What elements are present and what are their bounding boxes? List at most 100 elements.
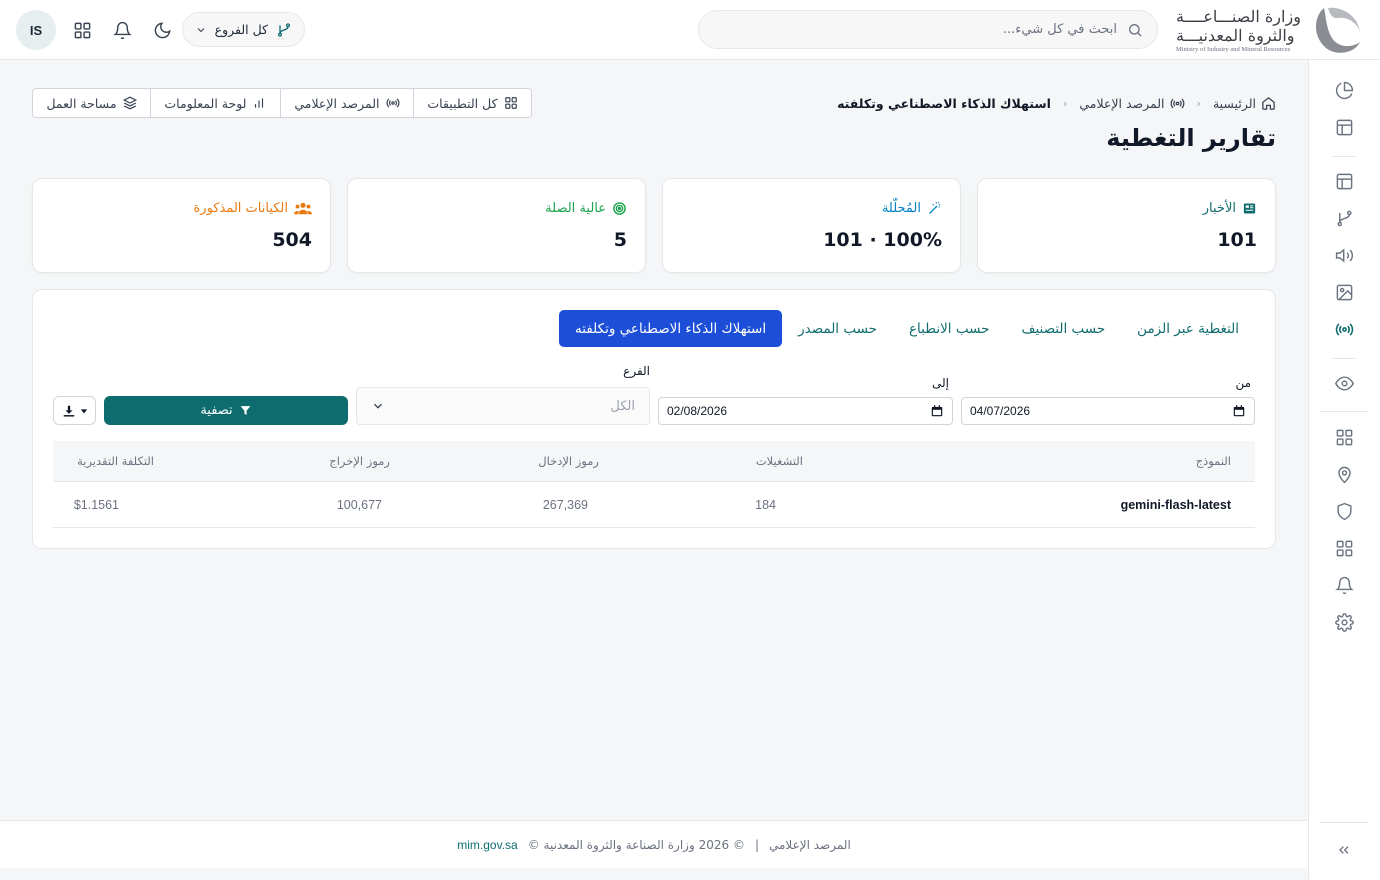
table-row: gemini-flash-latest 184 267,369 100,677 …: [53, 482, 1255, 528]
quick-link-workspace[interactable]: مساحة العمل: [33, 89, 150, 117]
sidebar-item-locations[interactable]: [1334, 464, 1354, 484]
stat-card-label-text: المُحلّلة: [881, 201, 921, 216]
chevron-left-icon: ‹: [1196, 96, 1201, 110]
download-button[interactable]: [53, 396, 96, 425]
stat-card-label-text: عالية الصلة: [545, 201, 606, 216]
sidebar-item-alerts[interactable]: [1334, 575, 1354, 595]
broadcast-icon: [1335, 320, 1354, 339]
page-title: تقارير التغطية: [1106, 124, 1276, 152]
quick-links: كل التطبيقات المرصد الإعلامي لوحة المعلو…: [32, 88, 532, 118]
breadcrumb-home[interactable]: الرئيسية: [1213, 96, 1276, 111]
chevrons-left-icon: [1336, 842, 1352, 858]
column-header-model: النموذج: [1195, 454, 1231, 468]
logo-line-1: وزارة الصنـــاعــــة: [1176, 6, 1301, 26]
right-sidebar: [1308, 60, 1380, 880]
quick-link-all-apps[interactable]: كل التطبيقات: [412, 89, 531, 117]
stat-card-news: الأخبار 101: [977, 178, 1276, 273]
quick-link-media-observatory[interactable]: المرصد الإعلامي: [279, 89, 413, 117]
bell-icon: [112, 21, 132, 40]
quick-link-label: المرصد الإعلامي: [294, 95, 380, 111]
ministry-logo-mark: [1306, 0, 1366, 60]
branch-selector[interactable]: كل الفروع: [182, 12, 305, 47]
chevron-left-icon: ‹: [1062, 96, 1068, 110]
branch-icon: [276, 22, 292, 38]
branch-filter-select[interactable]: الكل: [356, 387, 650, 425]
to-date-input[interactable]: 02/08/2026: [658, 397, 953, 425]
notifications-button[interactable]: [110, 18, 134, 42]
from-date-value: 04/07/2026: [970, 404, 1031, 418]
to-date-label: إلى: [932, 376, 949, 390]
tab-coverage-over-time[interactable]: التغطية عبر الزمن: [1121, 310, 1255, 347]
breadcrumb-home-label: الرئيسية: [1212, 95, 1256, 111]
table-header: النموذج التشغيلات رموز الإدخال رموز الإخ…: [53, 441, 1255, 482]
tab-by-category[interactable]: حسب التصنيف: [1005, 310, 1121, 347]
apps-button[interactable]: [70, 18, 94, 42]
usage-table: النموذج التشغيلات رموز الإدخال رموز الإخ…: [53, 441, 1255, 528]
sidebar-item-dashboard[interactable]: [1334, 171, 1354, 191]
sidebar-item-security[interactable]: [1334, 501, 1354, 521]
column-header-estimated-cost: التكلفة التقديرية: [77, 454, 154, 468]
quick-link-label: كل التطبيقات: [427, 95, 498, 111]
cell-output-tokens: 100,677: [336, 497, 382, 512]
layout-icon: [1335, 118, 1354, 137]
sidebar-collapse-button[interactable]: [1334, 840, 1354, 860]
to-date-value: 02/08/2026: [667, 404, 728, 418]
sidebar-item-apps[interactable]: [1334, 427, 1354, 447]
ministry-logo[interactable]: وزارة الصنـــاعــــة والثروة المعدنيـــة…: [1170, 0, 1366, 60]
from-date-label: من: [1235, 376, 1251, 390]
sidebar-item-analytics[interactable]: [1334, 80, 1354, 100]
sidebar-divider: [1332, 358, 1356, 359]
footer-separator: |: [754, 837, 759, 852]
gear-icon: [1334, 612, 1354, 632]
stat-card-value: 101 · 100%: [823, 229, 942, 251]
top-header: وزارة الصنـــاعــــة والثروة المعدنيـــة…: [0, 0, 1380, 60]
chevron-down-icon: [195, 24, 207, 36]
sidebar-item-announcements[interactable]: [1334, 245, 1354, 265]
sidebar-item-layout[interactable]: [1334, 117, 1354, 137]
breadcrumb-current: استهلاك الذكاء الاصطناعي وتكلفته: [837, 95, 1051, 111]
stat-card-label-text: الأخبار: [1202, 201, 1236, 216]
grid-icon: [1335, 539, 1354, 558]
broadcast-icon: [386, 96, 400, 110]
sidebar-item-settings[interactable]: [1334, 612, 1354, 632]
filter-button[interactable]: تصفية: [104, 396, 348, 425]
cell-estimated-cost: $1.1561: [73, 497, 119, 512]
download-icon: [62, 404, 76, 418]
tab-by-source[interactable]: حسب المصدر: [782, 310, 893, 347]
global-search[interactable]: [698, 10, 1158, 49]
breadcrumb-section-label: المرصد الإعلامي: [1079, 95, 1165, 111]
tab-ai-usage-cost[interactable]: استهلاك الذكاء الاصطناعي وتكلفته: [559, 310, 783, 347]
sidebar-item-monitoring[interactable]: [1334, 373, 1354, 393]
stat-card-value: 504: [272, 229, 312, 251]
funnel-icon: [239, 404, 252, 417]
from-date-input[interactable]: 04/07/2026: [961, 397, 1255, 425]
branch-filter-value: الكل: [610, 398, 635, 414]
stat-card-label: عالية الصلة: [545, 201, 627, 216]
column-header-output-tokens: رموز الإخراج: [329, 454, 390, 468]
grid-icon: [1335, 428, 1354, 447]
column-header-input-tokens: رموز الإدخال: [538, 454, 599, 468]
sidebar-divider: [1320, 822, 1368, 823]
footer-site-link[interactable]: mim.gov.sa: [457, 838, 517, 852]
quick-link-dashboard[interactable]: لوحة المعلومات: [149, 89, 280, 117]
sidebar-item-branches[interactable]: [1334, 208, 1354, 228]
cell-runs: 184: [755, 497, 776, 512]
calendar-icon: [930, 404, 944, 418]
layers-icon: [122, 96, 137, 110]
breadcrumb-section[interactable]: المرصد الإعلامي: [1079, 96, 1184, 111]
sidebar-item-modules[interactable]: [1334, 538, 1354, 558]
sidebar-item-media-observatory[interactable]: [1334, 319, 1354, 339]
map-pin-icon: [1335, 465, 1354, 484]
search-input[interactable]: [713, 22, 1117, 37]
tab-by-sentiment[interactable]: حسب الانطباع: [893, 310, 1005, 347]
shield-icon: [1335, 502, 1354, 521]
stat-card-entities: الكيانات المذكورة 504: [32, 178, 331, 273]
stat-card-value: 101: [1217, 229, 1257, 251]
stat-card-value: 5: [613, 229, 627, 251]
search-icon: [1127, 22, 1143, 38]
stat-card-label: المُحلّلة: [882, 201, 942, 216]
user-avatar[interactable]: IS: [16, 10, 56, 50]
sidebar-item-media[interactable]: [1334, 282, 1354, 302]
sidebar-divider: [1332, 156, 1356, 157]
dark-mode-toggle[interactable]: [150, 18, 174, 42]
